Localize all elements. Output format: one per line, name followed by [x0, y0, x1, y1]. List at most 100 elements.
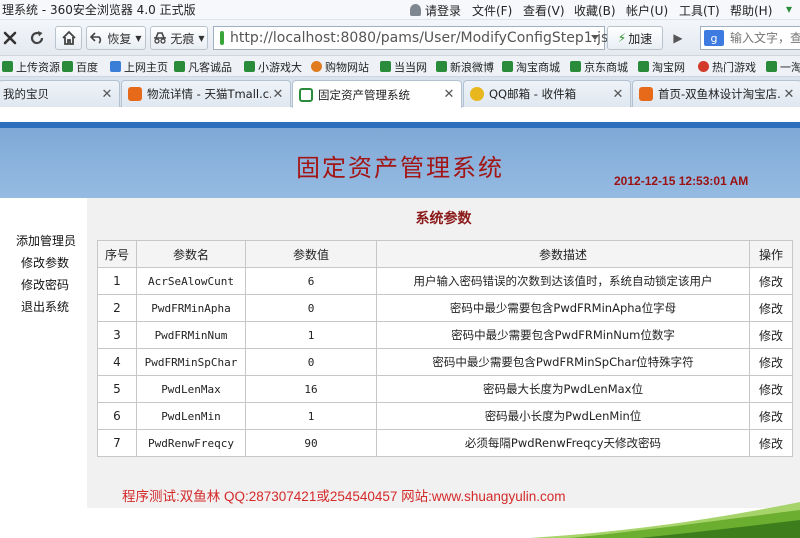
bookmark-item[interactable]: 当当网	[380, 58, 427, 75]
login-label: 请登录	[425, 4, 462, 18]
login-menu[interactable]: 请登录	[410, 2, 461, 19]
bookmark-icon	[311, 61, 322, 72]
sidebar-item-change-password[interactable]: 修改密码	[21, 276, 69, 293]
cell-no: 6	[97, 402, 137, 430]
window-title-bar: 理系统 - 360安全浏览器 4.0 正式版 请登录 文件(F) 查看(V) 收…	[0, 0, 800, 20]
bookmark-item[interactable]: 热门游戏	[698, 58, 756, 75]
bookmark-icon	[244, 61, 255, 72]
search-input[interactable]	[730, 31, 800, 45]
tab-label: QQ邮箱 - 收件箱	[489, 87, 577, 101]
menu-file[interactable]: 文件(F)	[472, 2, 512, 19]
edit-link[interactable]: 修改	[759, 410, 783, 424]
menu-help[interactable]: 帮助(H)	[730, 2, 772, 19]
bookmark-item[interactable]: 淘宝网	[638, 58, 685, 75]
sidebar-item-logout[interactable]: 退出系统	[21, 298, 69, 315]
bookmark-icon	[502, 61, 513, 72]
bookmark-item[interactable]: 上网主页	[110, 58, 168, 75]
bookmark-label: 上网主页	[124, 60, 168, 74]
bookmark-item[interactable]: 购物网站	[311, 58, 369, 75]
sidebar: 添加管理员 修改参数 修改密码 退出系统	[0, 198, 87, 538]
address-url[interactable]: http://localhost:8080/pams/User/ModifyCo…	[230, 30, 617, 46]
close-page-button[interactable]	[0, 26, 20, 50]
cell-param-name: AcrSeAlowCunt	[136, 267, 246, 295]
table-row: 4 PwdFRMinSpChar 0 密码中最少需要包含PwdFRMinSpCh…	[97, 348, 793, 376]
bookmark-item[interactable]: 凡客诚品	[174, 58, 232, 75]
cell-param-name: PwdFRMinApha	[136, 294, 246, 322]
bookmark-item[interactable]: 淘宝商城	[502, 58, 560, 75]
bookmark-item[interactable]: 上传资源	[2, 58, 60, 75]
undo-icon	[90, 32, 102, 44]
bookmark-label: 新浪微博	[450, 60, 494, 74]
cell-param-value: 16	[245, 375, 377, 403]
address-dropdown-icon[interactable]	[591, 35, 599, 40]
bookmark-item[interactable]: 百度	[62, 58, 98, 75]
edit-link[interactable]: 修改	[759, 437, 783, 451]
footer-credit: 程序测试:双鱼林 QQ:287307421或254540457 网站:www.s…	[122, 489, 566, 504]
bookmark-icon	[380, 61, 391, 72]
bookmark-label: 上传资源	[16, 60, 60, 74]
search-engine-icon[interactable]: g	[704, 30, 724, 46]
cell-param-desc: 用户输入密码错误的次数到达该值时，系统自动锁定该用户	[376, 267, 750, 295]
edit-link[interactable]: 修改	[759, 356, 783, 370]
go-button[interactable]: ▶	[668, 26, 688, 50]
cell-param-value: 1	[245, 402, 377, 430]
corner-swoosh-decoration	[530, 502, 800, 538]
page-header: 固定资产管理系统 2012-12-15 12:53:01 AM	[0, 128, 800, 198]
home-icon	[61, 30, 76, 45]
table-row: 3 PwdFRMinNum 1 密码中最少需要包含PwdFRMinNum位数字 …	[97, 321, 793, 349]
address-bar[interactable]: http://localhost:8080/pams/User/ModifyCo…	[213, 26, 617, 50]
traceless-button[interactable]: 无痕 ▼	[150, 26, 208, 50]
edit-link[interactable]: 修改	[759, 302, 783, 316]
edit-link[interactable]: 修改	[759, 275, 783, 289]
bookmark-item[interactable]: 一淘	[766, 58, 800, 75]
tab-asset-system[interactable]: 固定资产管理系统 ✕	[292, 80, 462, 108]
tab-label: 固定资产管理系统	[318, 87, 410, 102]
sidebar-item-add-admin[interactable]: 添加管理员	[16, 232, 76, 249]
cell-param-value: 6	[245, 267, 377, 295]
menu-tools[interactable]: 工具(T)	[679, 2, 720, 19]
search-box[interactable]: g	[700, 26, 800, 50]
minimize-icon[interactable]: ▾	[786, 2, 792, 16]
cell-param-value: 1	[245, 321, 377, 349]
tab-shop-home[interactable]: 首页-双鱼林设计淘宝店... ✕	[632, 80, 800, 107]
restore-label: 恢复	[107, 31, 132, 46]
section-title: 系统参数	[415, 211, 472, 227]
bookmark-icon	[436, 61, 447, 72]
close-icon[interactable]: ✕	[442, 87, 456, 102]
user-icon	[410, 4, 421, 16]
close-icon[interactable]: ✕	[782, 87, 796, 102]
bookmark-item[interactable]: 京东商城	[570, 58, 628, 75]
menu-view[interactable]: 查看(V)	[523, 2, 565, 19]
accelerate-label: 加速	[628, 31, 653, 46]
tab-qq-mail[interactable]: QQ邮箱 - 收件箱 ✕	[463, 80, 631, 107]
home-button[interactable]	[55, 26, 82, 50]
bookmark-icon	[174, 61, 185, 72]
table-row: 2 PwdFRMinApha 0 密码中最少需要包含PwdFRMinApha位字…	[97, 294, 793, 322]
close-icon[interactable]: ✕	[100, 87, 114, 102]
column-header-desc: 参数描述	[376, 240, 750, 268]
column-header-no: 序号	[97, 240, 137, 268]
params-table: 序号 参数名 参数值 参数描述 操作 1 AcrSeAlowCunt 6 用户输…	[97, 240, 793, 457]
bookmark-item[interactable]: 新浪微博	[436, 58, 494, 75]
edit-link[interactable]: 修改	[759, 383, 783, 397]
qq-mail-icon	[470, 87, 484, 101]
edit-link[interactable]: 修改	[759, 329, 783, 343]
bookmark-icon	[2, 61, 13, 72]
bookmark-icon	[766, 61, 777, 72]
bookmark-icon	[698, 61, 709, 72]
close-icon[interactable]: ✕	[611, 87, 625, 102]
lightning-icon: ⚡	[617, 31, 627, 45]
tab-logistics[interactable]: 物流详情 - 天猫Tmall.c... ✕	[121, 80, 291, 107]
sidebar-item-modify-params[interactable]: 修改参数	[21, 254, 69, 271]
current-datetime: 2012-12-15 12:53:01 AM	[614, 174, 749, 188]
table-header-row: 序号 参数名 参数值 参数描述 操作	[97, 240, 793, 268]
tab-my-baby[interactable]: 我的宝贝 ✕	[0, 80, 120, 107]
refresh-button[interactable]	[24, 26, 50, 50]
restore-button[interactable]: 恢复 ▼	[86, 26, 146, 50]
menu-favorites[interactable]: 收藏(B)	[574, 2, 616, 19]
menu-account[interactable]: 帐户(U)	[626, 2, 668, 19]
accelerate-button[interactable]: ⚡ 加速	[607, 26, 663, 50]
cell-param-value: 90	[245, 429, 377, 457]
close-icon[interactable]: ✕	[271, 87, 285, 102]
bookmark-item[interactable]: 小游戏大	[244, 58, 302, 75]
